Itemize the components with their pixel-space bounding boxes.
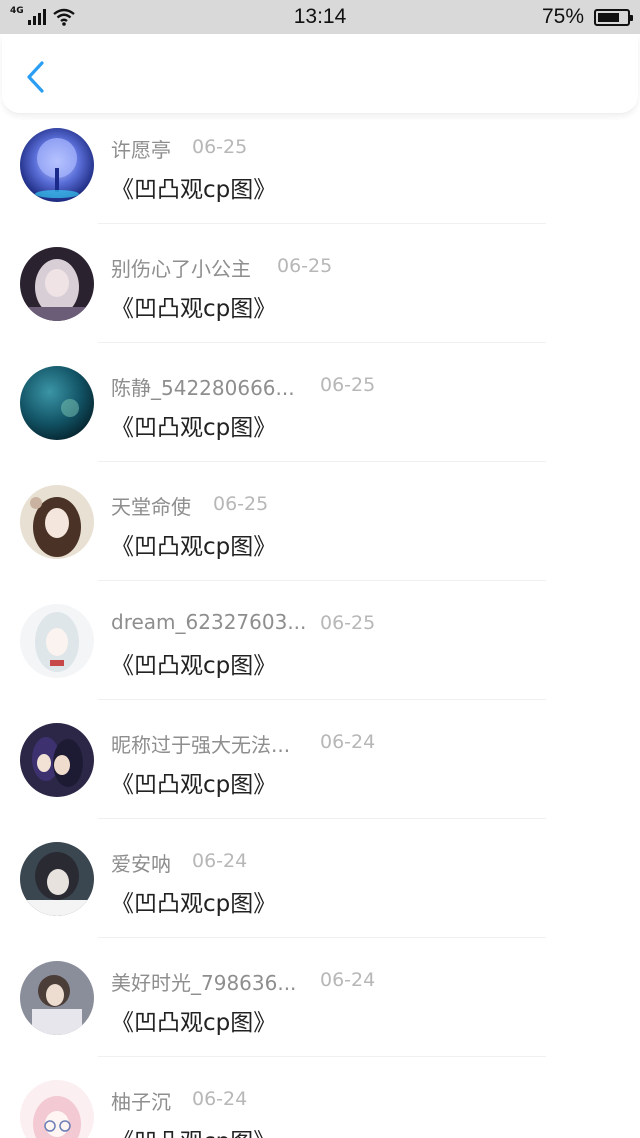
list-item[interactable]: 别伤心了小公主 06-25 《凹凸观cp图》 <box>0 233 640 352</box>
battery-icon <box>594 8 633 26</box>
post-title: 《凹凸观cp图》 <box>111 1010 277 1036</box>
date: 06-24 <box>192 850 248 872</box>
avatar[interactable] <box>20 366 94 440</box>
divider <box>98 937 546 938</box>
divider <box>98 1056 546 1057</box>
post-title: 《凹凸观cp图》 <box>111 296 277 322</box>
username: 爱安呐 <box>111 852 171 876</box>
username: 别伤心了小公主 <box>111 257 251 281</box>
nav-header <box>2 34 638 114</box>
avatar[interactable] <box>20 961 94 1035</box>
date: 06-25 <box>192 136 248 158</box>
list-item[interactable]: 爱安呐 06-24 《凹凸观cp图》 <box>0 828 640 947</box>
list-item[interactable]: dream_62327603... 06-25 《凹凸观cp图》 <box>0 590 640 709</box>
date: 06-24 <box>320 731 376 753</box>
avatar[interactable] <box>20 128 94 202</box>
avatar[interactable] <box>20 604 94 678</box>
username: 许愿亭 <box>111 138 171 162</box>
date: 06-25 <box>320 374 376 396</box>
status-bar: 4G 13:14 75% <box>0 0 640 34</box>
date: 06-24 <box>192 1088 248 1110</box>
divider <box>98 580 546 581</box>
battery-percent: 75% <box>541 5 584 28</box>
list-item[interactable]: 天堂命使 06-25 《凹凸观cp图》 <box>0 471 640 590</box>
battery-indicator: 75% <box>541 5 633 29</box>
list-item[interactable]: 许愿亭 06-25 《凹凸观cp图》 <box>0 114 640 233</box>
username: 昵称过于强大无法... <box>111 733 291 757</box>
list-item[interactable]: 柚子沉 06-24 《凹凸观cp图》 <box>0 1066 640 1138</box>
post-title: 《凹凸观cp图》 <box>111 415 277 441</box>
date: 06-25 <box>277 255 333 277</box>
divider <box>98 223 546 224</box>
username: 美好时光_798636... <box>111 971 297 995</box>
post-title: 《凹凸观cp图》 <box>111 891 277 917</box>
avatar[interactable] <box>20 1080 94 1138</box>
username: 陈静_542280666... <box>111 376 295 400</box>
date: 06-25 <box>320 612 376 634</box>
username: dream_62327603... <box>111 610 307 634</box>
back-button[interactable] <box>20 59 50 95</box>
post-title: 《凹凸观cp图》 <box>111 653 277 679</box>
username: 柚子沉 <box>111 1090 171 1114</box>
avatar[interactable] <box>20 485 94 559</box>
date: 06-25 <box>213 493 269 515</box>
divider <box>98 342 546 343</box>
username: 天堂命使 <box>111 495 191 519</box>
chevron-left-icon <box>27 61 44 93</box>
divider <box>98 699 546 700</box>
post-title: 《凹凸观cp图》 <box>111 772 277 798</box>
divider <box>98 818 546 819</box>
avatar[interactable] <box>20 247 94 321</box>
list-item[interactable]: 美好时光_798636... 06-24 《凹凸观cp图》 <box>0 947 640 1066</box>
date: 06-24 <box>320 969 376 991</box>
list-item[interactable]: 陈静_542280666... 06-25 《凹凸观cp图》 <box>0 352 640 471</box>
screen: 4G 13:14 75% 许愿亭 06-25 《凹凸观cp图》 别伤心了小公主 … <box>0 0 640 1138</box>
post-title: 《凹凸观cp图》 <box>111 534 277 560</box>
avatar[interactable] <box>20 842 94 916</box>
post-title: 《凹凸观cp图》 <box>111 177 277 203</box>
post-title: 《凹凸观cp图》 <box>111 1122 276 1138</box>
list-item[interactable]: 昵称过于强大无法... 06-24 《凹凸观cp图》 <box>0 709 640 828</box>
avatar[interactable] <box>20 723 94 797</box>
divider <box>98 461 546 462</box>
